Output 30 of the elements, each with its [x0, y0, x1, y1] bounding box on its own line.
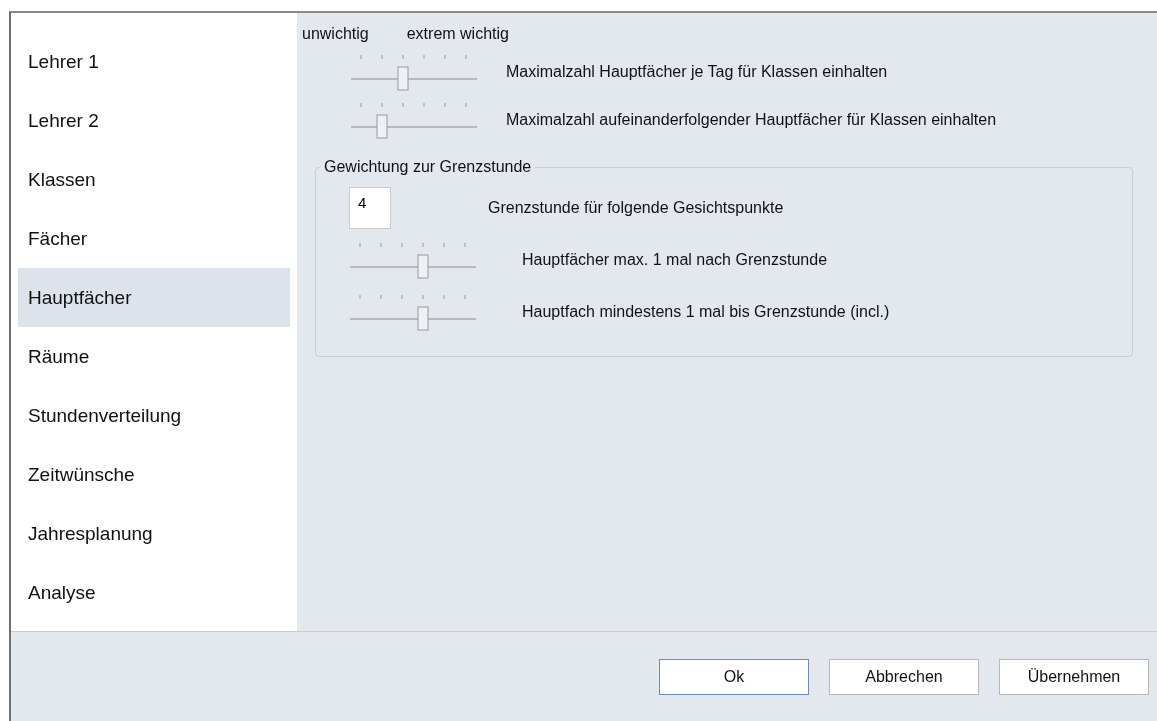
- sidebar-item[interactable]: Klassen: [18, 150, 290, 209]
- slider[interactable]: [351, 100, 477, 140]
- slider-thumb[interactable]: [397, 66, 409, 91]
- slider-label: Maximalzahl aufeinanderfolgender Hauptfächer für Klassen einhalten: [506, 111, 997, 129]
- slider-label: Maximalzahl Hauptfächer je Tag für Klassen einhalten: [506, 63, 888, 81]
- sidebar-item[interactable]: Stundenverteilung: [18, 386, 290, 445]
- dialog-button[interactable]: Übernehmen: [999, 658, 1149, 695]
- group-title: Gewichtung zur Grenzstunde: [323, 158, 533, 176]
- slider-label: Hauptfach mindestens 1 mal bis Grenzstunde (incl.): [522, 303, 890, 321]
- dialog-button[interactable]: Abbrechen: [829, 658, 979, 695]
- sidebar-item[interactable]: Hauptfächer: [18, 268, 290, 327]
- sidebar-item[interactable]: Lehrer 1: [18, 32, 290, 91]
- slider-label: Hauptfächer max. 1 mal nach Grenzstunde: [522, 251, 828, 269]
- number-field[interactable]: 4: [349, 187, 391, 229]
- sidebar-item[interactable]: Fächer: [18, 209, 290, 268]
- sidebar-item[interactable]: Zeitwünsche: [18, 445, 290, 504]
- sidebar-item[interactable]: Lehrer 2: [18, 91, 290, 150]
- scale-min-label: unwichtig: [302, 25, 369, 43]
- sidebar-item[interactable]: Räume: [18, 327, 290, 386]
- sidebar-item[interactable]: Analyse: [18, 563, 290, 622]
- dialog-button[interactable]: Ok: [659, 658, 809, 695]
- slider-thumb[interactable]: [376, 114, 388, 139]
- slider-thumb[interactable]: [417, 254, 429, 279]
- slider[interactable]: [350, 240, 476, 280]
- slider[interactable]: [351, 52, 477, 92]
- field-label: Grenzstunde für folgende Gesichtspunkte: [488, 199, 784, 217]
- slider-thumb[interactable]: [417, 306, 429, 331]
- scale-max-label: extrem wichtig: [406, 25, 509, 43]
- slider[interactable]: [350, 292, 476, 332]
- sidebar-item[interactable]: Jahresplanung: [18, 504, 290, 563]
